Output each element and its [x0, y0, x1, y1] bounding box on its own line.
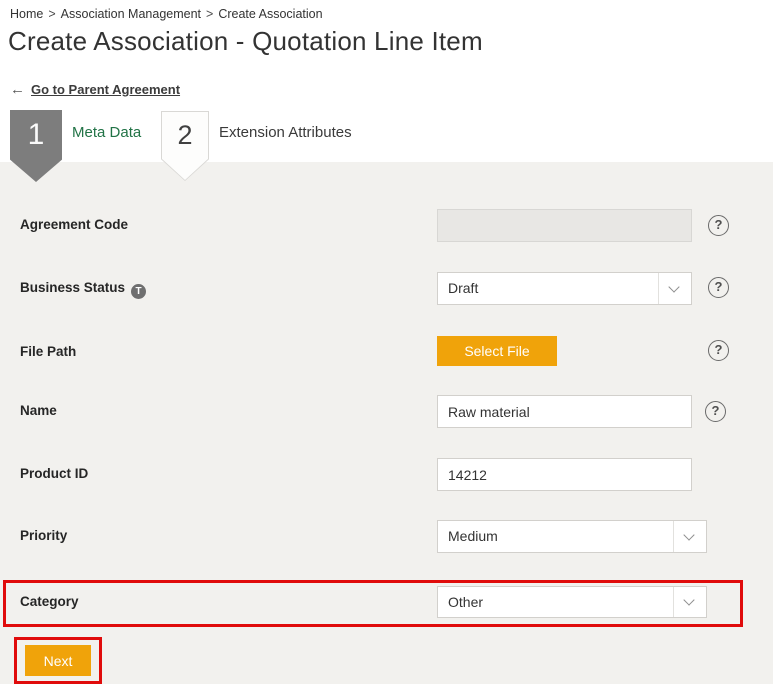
product-id-label: Product ID [20, 466, 88, 481]
step-2-number: 2 [161, 111, 209, 159]
agreement-code-field[interactable] [437, 209, 692, 242]
agreement-code-help-icon[interactable]: ? [708, 215, 729, 236]
page-title: Create Association - Quotation Line Item [8, 26, 483, 57]
category-dropdown[interactable]: Other [437, 586, 707, 618]
breadcrumb-separator: > [206, 7, 213, 21]
priority-dropdown[interactable]: Medium [437, 520, 707, 553]
breadcrumb-association-management[interactable]: Association Management [61, 7, 201, 21]
business-status-label-text: Business Status [20, 280, 125, 295]
name-help-icon[interactable]: ? [705, 401, 726, 422]
business-status-value: Draft [448, 273, 478, 304]
file-path-label: File Path [20, 344, 76, 359]
name-label: Name [20, 403, 57, 418]
priority-value: Medium [448, 521, 498, 552]
create-association-page: Home > Association Management > Create Assoc… [0, 0, 773, 691]
chevron-down-icon [683, 594, 694, 605]
category-label: Category [20, 594, 79, 609]
step-1-number: 1 [10, 110, 62, 160]
category-dropdown-toggle[interactable] [673, 587, 706, 617]
product-id-field[interactable] [437, 458, 692, 491]
go-to-parent-agreement-link[interactable]: ← Go to Parent Agreement [10, 81, 180, 98]
breadcrumb-separator: > [48, 7, 55, 21]
priority-dropdown-toggle[interactable] [673, 521, 706, 552]
chevron-down-icon [668, 281, 679, 292]
business-status-help-icon[interactable]: ? [708, 277, 729, 298]
select-file-button[interactable]: Select File [437, 336, 557, 366]
name-field[interactable] [437, 395, 692, 428]
file-path-help-icon[interactable]: ? [708, 340, 729, 361]
next-button[interactable]: Next [25, 645, 91, 676]
breadcrumb-create-association[interactable]: Create Association [218, 7, 322, 21]
category-value: Other [448, 587, 483, 618]
chevron-down-icon [683, 529, 694, 540]
business-status-dropdown[interactable]: Draft [437, 272, 692, 305]
agreement-code-label: Agreement Code [20, 217, 128, 232]
breadcrumb-home[interactable]: Home [10, 7, 43, 21]
back-arrow-icon: ← [10, 81, 25, 98]
translatable-badge-icon: T [131, 284, 146, 299]
breadcrumb: Home > Association Management > Create Assoc… [10, 7, 323, 21]
priority-label: Priority [20, 528, 67, 543]
business-status-dropdown-toggle[interactable] [658, 273, 691, 304]
tab-extension-attributes[interactable]: Extension Attributes [219, 124, 352, 141]
business-status-label: Business Status T [20, 280, 146, 299]
tab-meta-data[interactable]: Meta Data [72, 124, 141, 141]
back-link-label: Go to Parent Agreement [31, 82, 180, 97]
